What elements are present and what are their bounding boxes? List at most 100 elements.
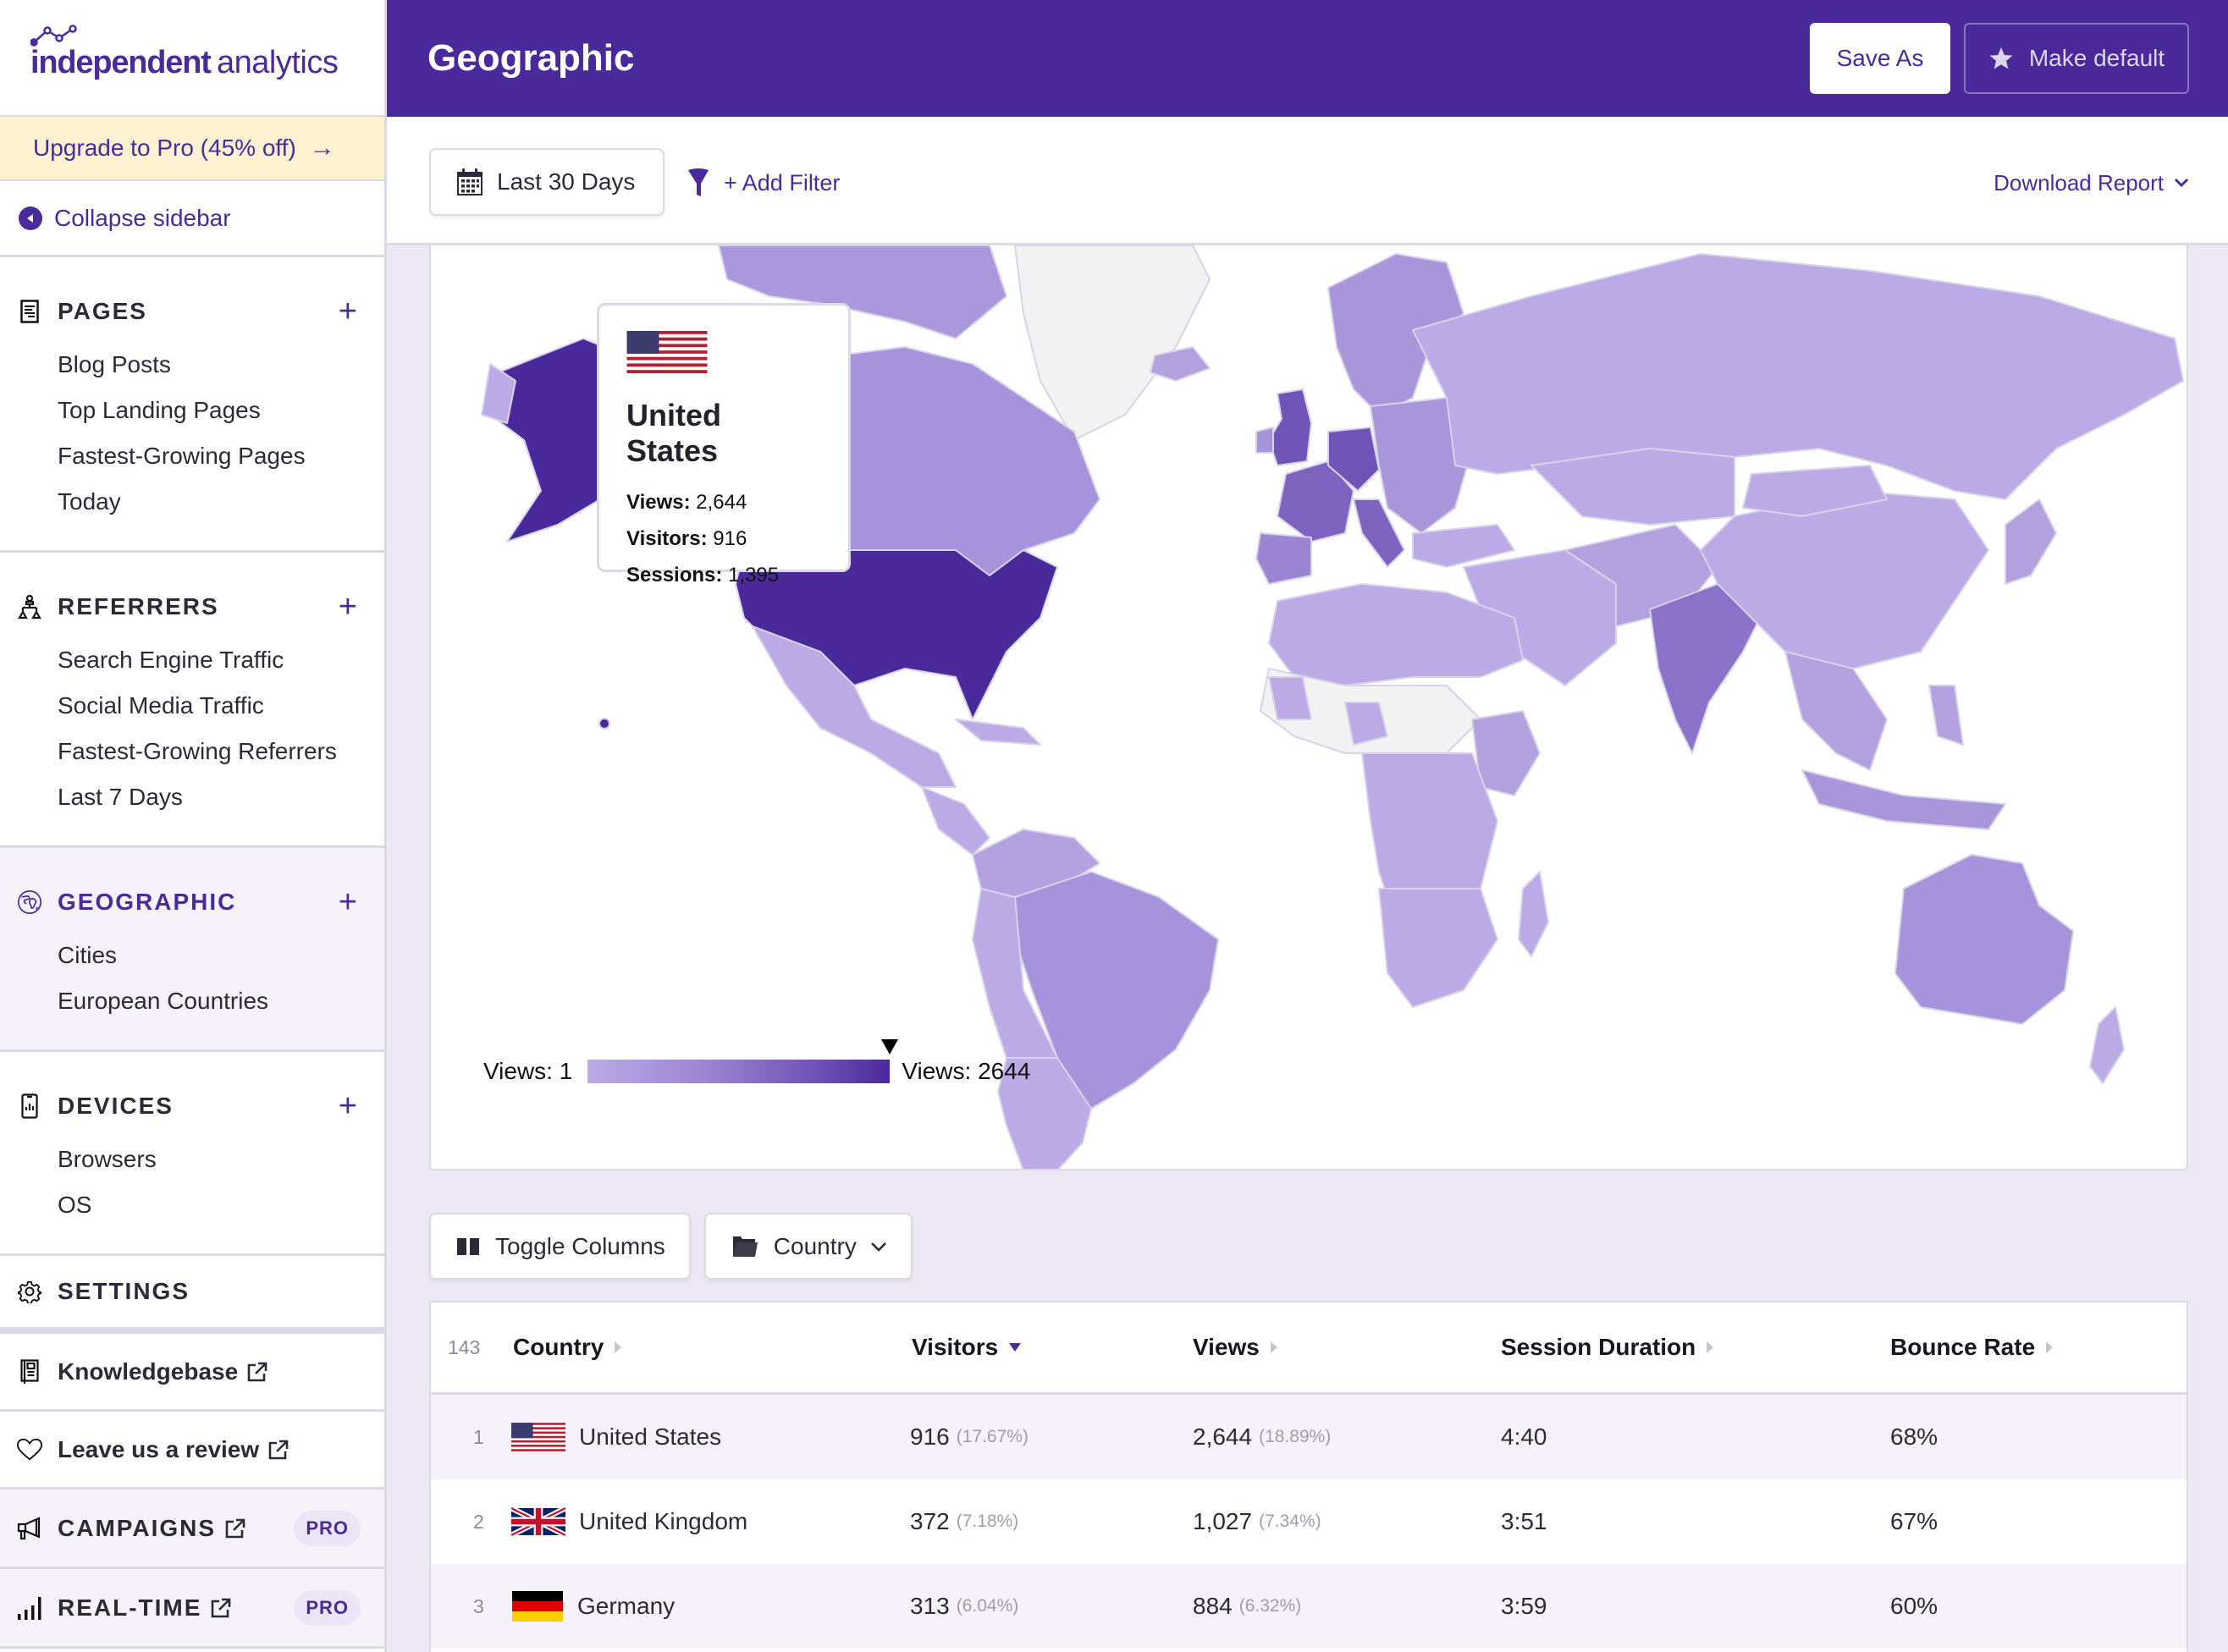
download-report-label: Download Report xyxy=(1994,169,2164,195)
folder-icon xyxy=(731,1235,758,1258)
world-map-panel: United States Views: 2,644 Visitors: 916… xyxy=(429,245,2188,1170)
pro-badge: PRO xyxy=(294,1510,361,1546)
sort-right-icon xyxy=(2045,1341,2054,1354)
sidebar-section-header-devices[interactable]: DEVICES + xyxy=(0,1088,384,1125)
session-duration-cell: 3:51 xyxy=(1501,1508,1547,1534)
add-report-plus-icon[interactable]: + xyxy=(339,591,357,623)
sidebar-section-title: PAGES xyxy=(58,298,147,324)
collapse-label: Collapse sidebar xyxy=(54,204,231,231)
date-range-picker[interactable]: Last 30 Days xyxy=(429,148,665,216)
country-central-america xyxy=(921,786,990,856)
country-new-zealand xyxy=(2089,1006,2125,1084)
session-duration-cell: 4:40 xyxy=(1501,1423,1547,1450)
bounce-rate-cell: 60% xyxy=(1890,1593,1938,1619)
sidebar-item-social-media-traffic[interactable]: Social Media Traffic xyxy=(0,683,384,729)
sidebar-section-title: GEOGRAPHIC xyxy=(58,889,237,915)
sidebar-item-blog-posts[interactable]: Blog Posts xyxy=(0,342,384,388)
knowledgebase-link[interactable]: Knowledgebase xyxy=(0,1334,384,1412)
make-default-button[interactable]: Make default xyxy=(1964,23,2189,94)
add-report-plus-icon[interactable]: + xyxy=(339,1090,357,1122)
tooltip-country-name: United States xyxy=(626,398,721,468)
campaigns-link[interactable]: CAMPAIGNS PRO xyxy=(0,1490,384,1569)
add-filter-label: + Add Filter xyxy=(724,169,841,195)
us-flag-icon xyxy=(511,1423,565,1451)
views-cell: 884 (6.32%) xyxy=(1193,1593,1302,1619)
sidebar-section-header-pages[interactable]: PAGES + xyxy=(0,293,384,330)
megaphone-icon xyxy=(17,1516,42,1541)
chevron-down-icon xyxy=(2174,178,2189,188)
legend-max-label: Views: 2644 xyxy=(902,1058,1031,1084)
column-header-views[interactable]: Views xyxy=(1193,1334,1278,1361)
legend-min-label: Views: 1 xyxy=(483,1058,573,1084)
table-toolbar: Toggle Columns Country xyxy=(429,1213,913,1280)
download-report-button[interactable]: Download Report xyxy=(1994,164,2189,201)
network-icon xyxy=(17,594,42,620)
country-spain xyxy=(1255,532,1312,585)
tooltip-views: Views: 2,644 xyxy=(626,491,747,514)
country-japan xyxy=(2005,498,2057,585)
sidebar-item-search-engine-traffic[interactable]: Search Engine Traffic xyxy=(0,637,384,683)
group-by-dropdown[interactable]: Country xyxy=(703,1213,913,1280)
campaigns-label: CAMPAIGNS xyxy=(58,1514,217,1541)
country-cell: United Kingdom xyxy=(511,1507,747,1536)
table-row[interactable]: 1 United States 916 (17.67%) 2,644 (18.89%… xyxy=(431,1395,2187,1479)
views-cell: 1,027 (7.34%) xyxy=(1193,1508,1321,1534)
document-icon xyxy=(17,299,42,324)
column-header-country[interactable]: Country xyxy=(513,1334,622,1361)
upgrade-label: Upgrade to Pro (45% off) xyxy=(33,135,296,161)
table-row[interactable]: 2 United Kingdom 372 (7.18%) 1,027 (7.34%)… xyxy=(431,1479,2187,1564)
logo-light-text: analytics xyxy=(217,45,338,80)
sidebar-item-top-landing-pages[interactable]: Top Landing Pages xyxy=(0,388,384,433)
sidebar-item-browsers[interactable]: Browsers xyxy=(0,1137,384,1182)
toggle-columns-button[interactable]: Toggle Columns xyxy=(429,1213,691,1280)
table-header-row: 143 Country Visitors Views Session Durat… xyxy=(431,1302,2187,1395)
sidebar-section-title: REFERRERS xyxy=(58,593,219,620)
sidebar-item-settings[interactable]: SETTINGS xyxy=(0,1256,384,1334)
sidebar-item-os[interactable]: OS xyxy=(0,1182,384,1228)
leave-review-link[interactable]: Leave us a review xyxy=(0,1412,384,1490)
tooltip-visitors: Visitors: 916 xyxy=(626,527,747,550)
collapse-sidebar-button[interactable]: Collapse sidebar xyxy=(0,181,384,257)
sidebar-item-fastest-growing-pages[interactable]: Fastest-Growing Pages xyxy=(0,433,384,479)
sidebar-item-cities[interactable]: Cities xyxy=(0,933,384,978)
legend-value-marker xyxy=(881,1039,899,1055)
sidebar-section-header-referrers[interactable]: REFERRERS + xyxy=(0,588,384,625)
external-link-icon xyxy=(210,1597,232,1619)
add-report-plus-icon[interactable]: + xyxy=(339,295,357,328)
pro-badge: PRO xyxy=(294,1589,361,1626)
external-link-icon xyxy=(267,1439,290,1461)
country-nigeria xyxy=(1344,702,1388,746)
country-australia xyxy=(1894,854,2074,1025)
session-duration-cell: 3:59 xyxy=(1501,1593,1547,1619)
visitors-cell: 916 (17.67%) xyxy=(910,1423,1029,1450)
knowledgebase-label: Knowledgebase xyxy=(58,1357,239,1385)
sidebar-section-header-geographic[interactable]: GEOGRAPHIC + xyxy=(0,884,384,921)
logo[interactable]: independent analytics xyxy=(0,0,384,117)
germany-flag-icon xyxy=(511,1591,564,1622)
country-west-africa xyxy=(1268,676,1312,720)
sidebar-item-today[interactable]: Today xyxy=(0,479,384,525)
sidebar-item-fastest-growing-referrers[interactable]: Fastest-Growing Referrers xyxy=(0,729,384,774)
row-rank: 2 xyxy=(473,1510,484,1533)
add-report-plus-icon[interactable]: + xyxy=(339,886,357,918)
collapse-left-icon xyxy=(19,206,42,230)
external-link-icon xyxy=(246,1361,268,1383)
country-madagascar xyxy=(1518,871,1549,957)
column-header-session-duration[interactable]: Session Duration xyxy=(1501,1334,1714,1361)
column-header-bounce-rate[interactable]: Bounce Rate xyxy=(1890,1334,2054,1361)
country-southern-africa xyxy=(1378,888,1498,1008)
add-filter-button[interactable]: + Add Filter xyxy=(688,164,840,201)
sidebar-item-last-7-days[interactable]: Last 7 Days xyxy=(0,774,384,820)
date-range-label: Last 30 Days xyxy=(497,168,636,195)
real-time-link[interactable]: REAL-TIME PRO xyxy=(0,1569,384,1649)
globe-icon xyxy=(17,889,42,915)
save-as-button[interactable]: Save As xyxy=(1810,23,1950,94)
legend-gradient-bar xyxy=(587,1039,899,1083)
country-cell: United States xyxy=(511,1423,721,1451)
column-header-visitors[interactable]: Visitors xyxy=(912,1334,1022,1361)
sidebar-item-european-countries[interactable]: European Countries xyxy=(0,978,384,1024)
table-row[interactable]: 3 Germany 313 (6.04%) 884 (6.32%) 3:59 60% xyxy=(431,1564,2187,1649)
star-icon xyxy=(1988,46,2014,71)
upgrade-to-pro-link[interactable]: Upgrade to Pro (45% off) → xyxy=(0,117,384,181)
settings-label: SETTINGS xyxy=(58,1278,190,1304)
